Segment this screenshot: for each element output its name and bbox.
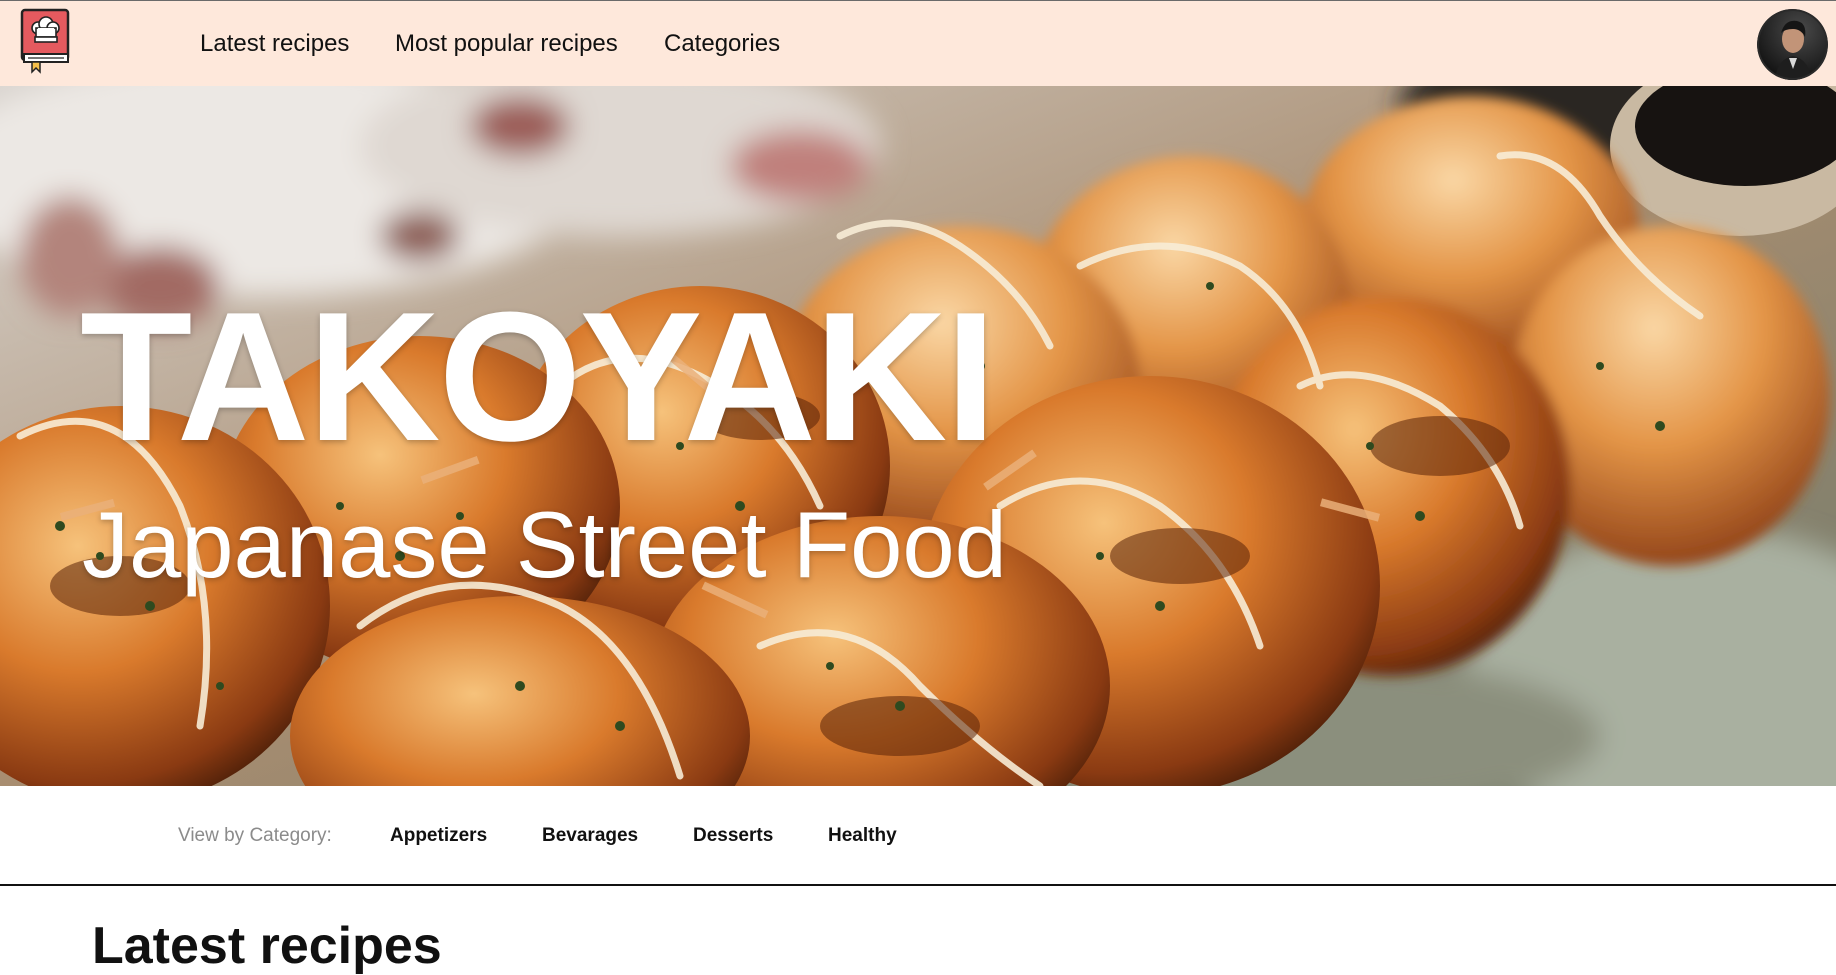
chef-hat-book-icon[interactable] [20, 8, 71, 75]
nav-latest-recipes-link[interactable]: Latest recipes [200, 30, 349, 58]
latest-recipes-heading: Latest recipes [92, 917, 442, 975]
user-avatar[interactable] [1757, 9, 1828, 80]
category-bar: View by Category: Appetizers Bevarages D… [0, 786, 1836, 886]
category-healthy-link[interactable]: Healthy [828, 825, 897, 847]
nav-categories-link[interactable]: Categories [664, 30, 780, 58]
hero-subtitle: Japanase Street Food [82, 492, 1007, 597]
category-label: View by Category: [178, 825, 332, 846]
nav-most-popular-recipes-link[interactable]: Most popular recipes [395, 30, 618, 58]
category-appetizers-link[interactable]: Appetizers [390, 825, 487, 847]
category-bevarages-link[interactable]: Bevarages [542, 825, 638, 847]
category-desserts-link[interactable]: Desserts [693, 825, 773, 847]
top-navbar: Latest recipes Most popular recipes Cate… [0, 0, 1836, 86]
hero-banner: TAKOYAKI Japanase Street Food [0, 86, 1836, 786]
hero-title: TAKOYAKI [80, 273, 996, 479]
